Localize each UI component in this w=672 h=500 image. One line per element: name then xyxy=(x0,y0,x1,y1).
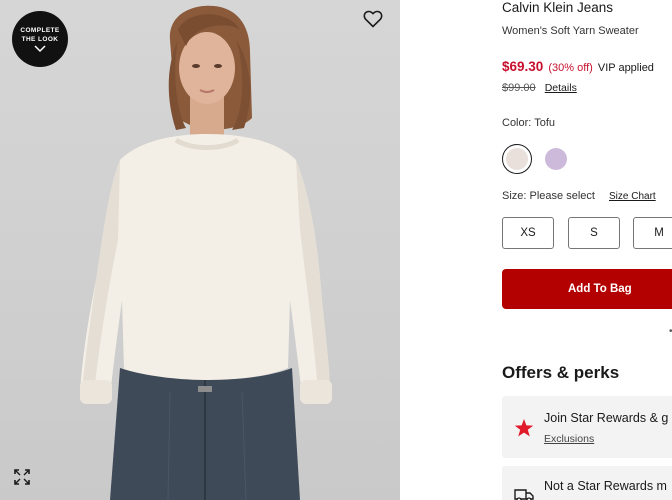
offer-title: Not a Star Rewards m xyxy=(544,479,667,493)
product-details-panel: Calvin Klein Jeans Women's Soft Yarn Swe… xyxy=(502,0,672,500)
truck-icon xyxy=(514,489,534,500)
size-option-m[interactable]: M xyxy=(633,217,672,249)
brand-name[interactable]: Calvin Klein Jeans xyxy=(502,0,613,15)
offer-card-not-member[interactable]: Not a Star Rewards m xyxy=(502,466,672,500)
size-label: Size: Please select xyxy=(502,190,595,202)
original-price-line: $99.00 Details xyxy=(502,82,577,94)
color-swatch-lilac[interactable] xyxy=(541,144,571,174)
exclusions-link[interactable]: Exclusions xyxy=(544,433,594,445)
model-photo xyxy=(80,5,332,500)
swatch-fill xyxy=(545,148,567,170)
price-line: $69.30 (30% off) VIP applied xyxy=(502,59,654,74)
product-image[interactable]: COMPLETE THE LOOK xyxy=(0,0,400,500)
sale-price: $69.30 xyxy=(502,59,544,74)
expand-icon xyxy=(14,469,30,485)
product-title: Women's Soft Yarn Sweater xyxy=(502,25,639,37)
original-price: $99.00 xyxy=(502,82,536,94)
size-option-s[interactable]: S xyxy=(568,217,620,249)
swatch-fill xyxy=(506,148,528,170)
wishlist-button[interactable] xyxy=(362,8,384,30)
size-chart-link[interactable]: Size Chart xyxy=(609,191,656,202)
offer-title: Join Star Rewards & g xyxy=(544,411,669,425)
size-option-xs[interactable]: XS xyxy=(502,217,554,249)
chevron-down-icon xyxy=(34,44,46,52)
price-details-link[interactable]: Details xyxy=(545,82,577,94)
complete-look-line1: COMPLETE xyxy=(20,26,60,34)
vip-note: VIP applied xyxy=(597,62,654,74)
add-to-bag-button[interactable]: Add To Bag xyxy=(502,269,672,309)
discount-percent: (30% off) xyxy=(548,62,593,74)
color-swatch-tofu[interactable] xyxy=(502,144,532,174)
offer-card-star-rewards[interactable]: Join Star Rewards & g Exclusions xyxy=(502,396,672,458)
star-icon xyxy=(514,419,534,437)
complete-the-look-button[interactable]: COMPLETE THE LOOK xyxy=(12,11,68,67)
offers-heading: Offers & perks xyxy=(502,363,620,382)
color-label: Color: Tofu xyxy=(502,117,555,129)
complete-look-line2: THE LOOK xyxy=(21,35,59,43)
heart-icon xyxy=(363,10,383,28)
fullscreen-button[interactable] xyxy=(12,467,32,487)
